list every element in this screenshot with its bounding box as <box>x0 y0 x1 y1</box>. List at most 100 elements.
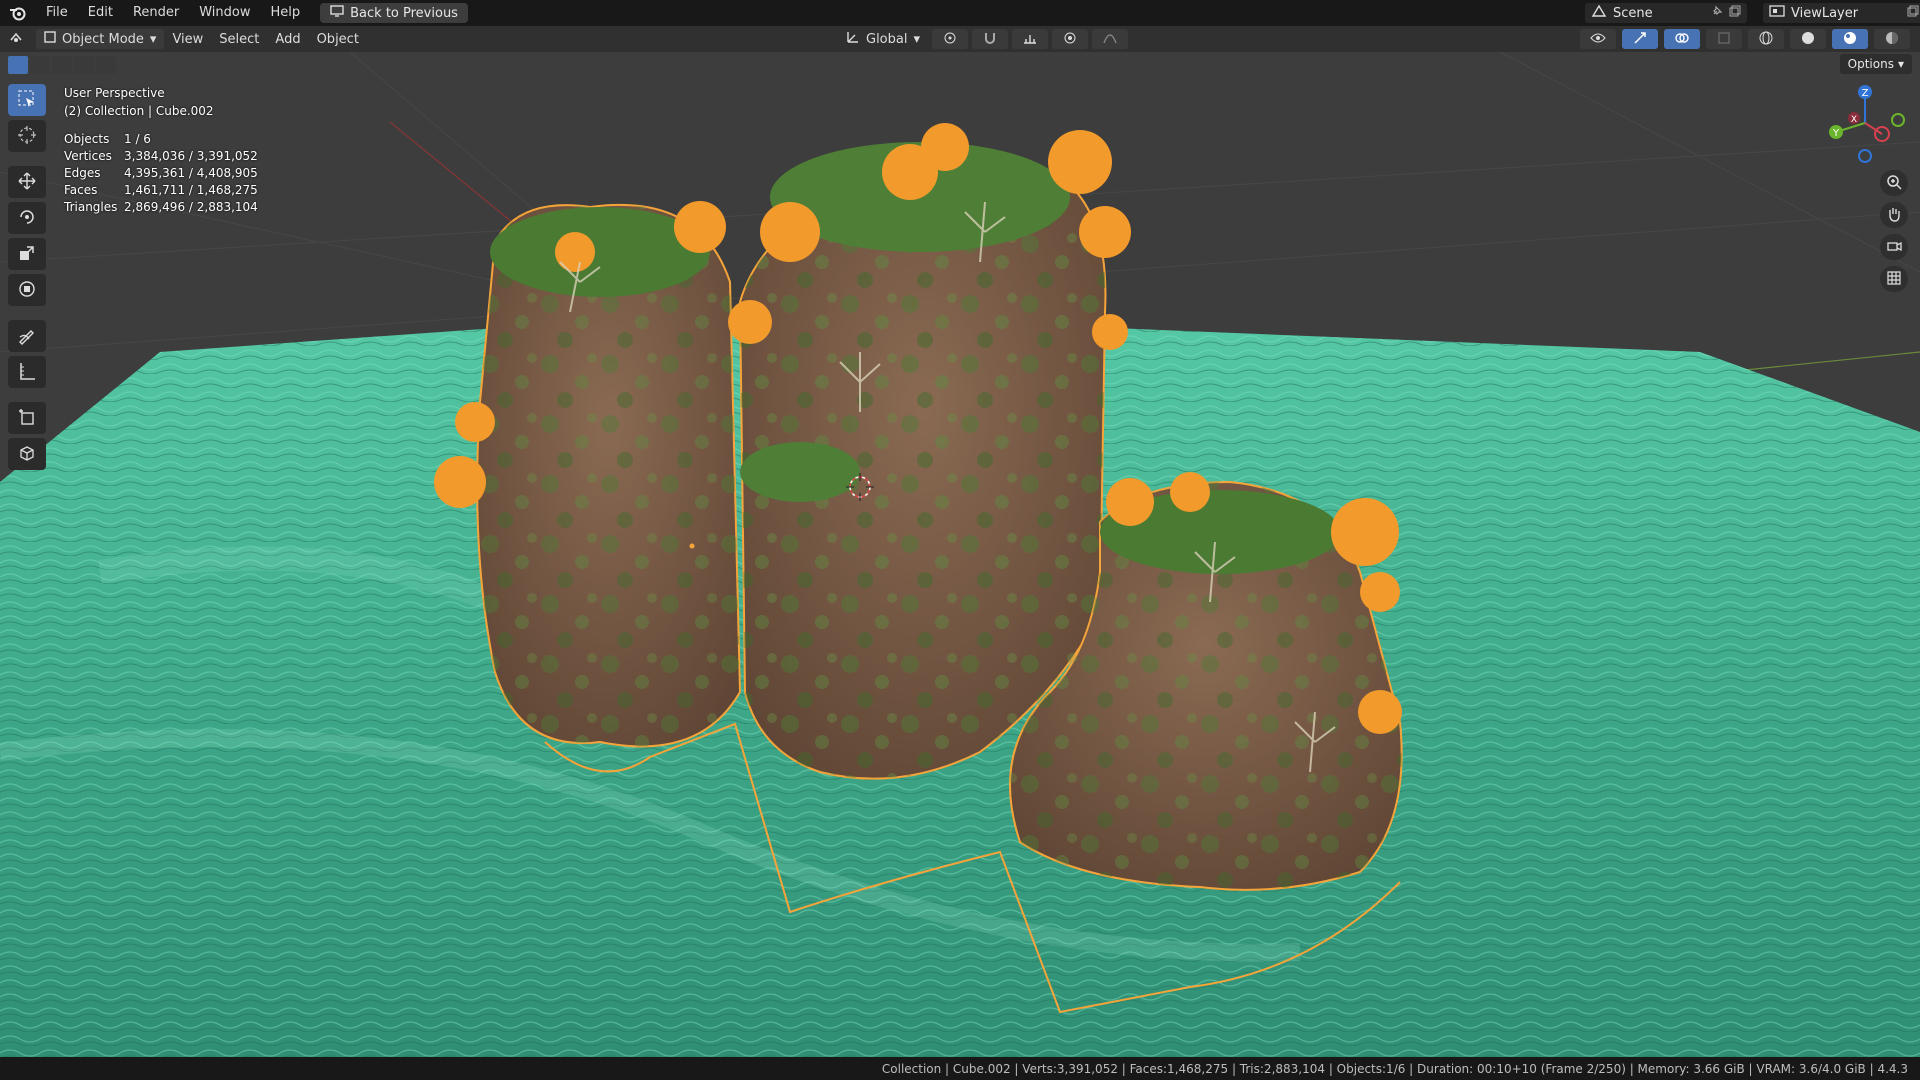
scene-render <box>0 52 1920 1057</box>
orientation-icon <box>846 30 860 48</box>
add-cube-icon <box>17 407 37 430</box>
screen-icon <box>330 5 344 21</box>
xray-icon <box>1717 31 1731 48</box>
magnet-icon <box>983 31 997 48</box>
shading-wireframe[interactable] <box>1748 29 1784 49</box>
navigation-gizmo[interactable]: Z Y X <box>1824 82 1906 164</box>
options-label: Options <box>1847 57 1894 71</box>
select-new-button[interactable] <box>8 56 28 74</box>
gizmo-neg-y[interactable] <box>1891 113 1905 127</box>
cursor-tool[interactable] <box>8 120 46 152</box>
scene-selector[interactable]: Scene <box>1585 3 1747 23</box>
measure-tool[interactable] <box>8 356 46 388</box>
wireframe-sphere-icon <box>1759 31 1773 48</box>
stat-label: Vertices <box>64 149 112 163</box>
ruler-icon <box>17 361 37 384</box>
viewlayer-selector[interactable]: ViewLayer <box>1763 3 1920 23</box>
primitive-tool[interactable] <box>8 438 46 470</box>
select-box-tool[interactable] <box>8 84 46 116</box>
3d-viewport[interactable]: Options ▾ User Perspective (2) Collectio… <box>0 52 1920 1057</box>
menu-render[interactable]: Render <box>123 0 189 26</box>
mode-dropdown[interactable]: Object Mode ▾ <box>36 29 165 49</box>
menu-window[interactable]: Window <box>189 0 260 26</box>
pivot-icon <box>943 31 957 48</box>
scene-icon <box>1591 4 1607 22</box>
new-scene-icon[interactable] <box>1729 5 1741 21</box>
gizmo-y-label: Y <box>1832 128 1840 139</box>
select-extend-button[interactable] <box>30 56 50 74</box>
status-bar: Collection | Cube.002 | Verts:3,391,052 … <box>0 1057 1920 1080</box>
zoom-button[interactable] <box>1880 170 1908 196</box>
rotate-tool[interactable] <box>8 202 46 234</box>
transform-icon <box>17 279 37 302</box>
shading-solid[interactable] <box>1790 29 1826 49</box>
proportional-falloff-dropdown[interactable] <box>1092 29 1129 49</box>
ortho-toggle-button[interactable] <box>1880 266 1908 292</box>
snap-toggle[interactable] <box>972 29 1009 49</box>
proportional-editing-toggle[interactable] <box>1052 29 1089 49</box>
stat-row-objects: Objects 1 / 6 <box>64 132 258 149</box>
move-tool[interactable] <box>8 166 46 198</box>
menu-view[interactable]: View <box>164 29 211 49</box>
status-bar-text: Collection | Cube.002 | Verts:3,391,052 … <box>881 1061 1908 1076</box>
transform-tool[interactable] <box>8 274 46 306</box>
collection-label: (2) Collection | Cube.002 <box>64 104 214 118</box>
snap-increment-icon <box>1023 31 1037 48</box>
move-icon <box>17 171 37 194</box>
stat-label: Objects <box>64 132 110 146</box>
cube-icon <box>17 443 37 466</box>
blender-logo-icon[interactable] <box>8 3 28 23</box>
stat-value: 2,869,496 / 2,883,104 <box>124 200 258 214</box>
pivot-point-button[interactable] <box>932 29 969 49</box>
menu-edit[interactable]: Edit <box>78 0 123 26</box>
visibility-dropdown[interactable] <box>1580 29 1616 49</box>
falloff-curve-icon <box>1103 31 1117 48</box>
menu-file[interactable]: File <box>36 0 78 26</box>
annotate-tool[interactable] <box>8 320 46 352</box>
scene-statistics: Objects 1 / 6 Vertices 3,384,036 / 3,391… <box>64 132 258 217</box>
scale-tool[interactable] <box>8 238 46 270</box>
back-to-previous-label: Back to Previous <box>350 5 458 21</box>
add-cube-tool[interactable] <box>8 402 46 434</box>
snap-target-dropdown[interactable] <box>1012 29 1049 49</box>
back-to-previous-button[interactable]: Back to Previous <box>320 3 468 23</box>
stat-label: Faces <box>64 183 98 197</box>
gizmo-toggle[interactable] <box>1622 29 1658 49</box>
editor-type-button[interactable] <box>0 29 32 49</box>
camera-icon <box>1886 238 1902 257</box>
overlays-icon <box>1675 31 1689 48</box>
stat-label: Edges <box>64 166 101 180</box>
proportional-edit-icon <box>1063 31 1077 48</box>
pan-button[interactable] <box>1880 202 1908 228</box>
new-viewlayer-icon[interactable] <box>1907 5 1919 21</box>
menu-add[interactable]: Add <box>267 29 308 49</box>
object-mode-icon <box>44 31 56 47</box>
perspective-label: User Perspective <box>64 86 165 100</box>
chevron-down-icon: ▾ <box>1897 57 1904 71</box>
select-subtract-button[interactable] <box>52 56 72 74</box>
orientation-dropdown[interactable]: Global ▾ <box>838 29 928 49</box>
gizmo-icon <box>1633 31 1647 48</box>
xray-toggle[interactable] <box>1706 29 1742 49</box>
gizmo-neg-z[interactable] <box>1858 149 1872 163</box>
select-intersect-button[interactable] <box>96 56 116 74</box>
cursor-icon <box>17 125 37 148</box>
stat-label: Triangles <box>64 200 118 214</box>
viewlayer-icon <box>1769 4 1785 22</box>
rendered-sphere-icon <box>1885 31 1899 48</box>
shading-material[interactable] <box>1832 29 1868 49</box>
camera-view-button[interactable] <box>1880 234 1908 260</box>
stat-row-vertices: Vertices 3,384,036 / 3,391,052 <box>64 149 258 166</box>
overlays-toggle[interactable] <box>1664 29 1700 49</box>
stat-row-triangles: Triangles 2,869,496 / 2,883,104 <box>64 200 258 217</box>
options-dropdown[interactable]: Options ▾ <box>1839 54 1912 74</box>
menu-object[interactable]: Object <box>309 29 367 49</box>
menu-select[interactable]: Select <box>211 29 267 49</box>
shading-rendered[interactable] <box>1874 29 1910 49</box>
select-invert-button[interactable] <box>74 56 94 74</box>
stat-row-faces: Faces 1,461,711 / 1,468,275 <box>64 183 258 200</box>
selection-mode-buttons <box>8 56 116 74</box>
pin-icon[interactable] <box>1711 5 1723 21</box>
gizmo-z-label: Z <box>1862 88 1869 99</box>
menu-help[interactable]: Help <box>261 0 311 26</box>
